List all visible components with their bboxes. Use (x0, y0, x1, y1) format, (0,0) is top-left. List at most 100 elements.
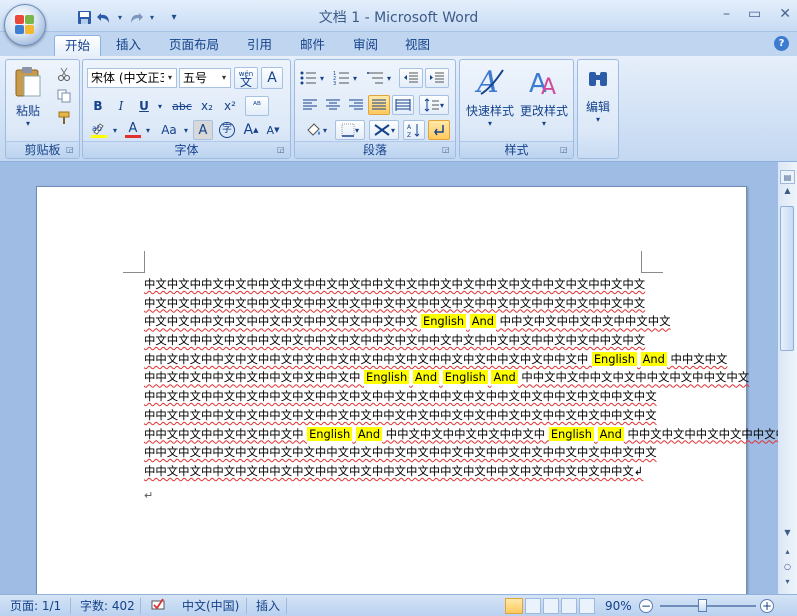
document-line[interactable]: 中文中文中中文中文中中文中文中中文中文中中文中文中中文中文中中文中文中中文中文中… (144, 294, 645, 313)
insert-mode-indicator[interactable]: 插入 (256, 598, 280, 614)
tab-page-layout[interactable]: 页面布局 (159, 35, 229, 56)
document-line[interactable]: 中中文中文中中文中文中中文中 English And 中中文中文中中文中文中中文… (144, 425, 797, 444)
font-color-icon[interactable]: A (123, 120, 143, 140)
next-page-icon[interactable]: ▾ (780, 575, 795, 589)
subscript-button[interactable]: x₂ (196, 96, 218, 116)
font-name-combo[interactable]: 宋体 (中文正3 ▾ (87, 68, 177, 88)
align-right-icon[interactable] (345, 95, 367, 115)
phonetic-guide-button[interactable]: wén 文 (234, 67, 258, 89)
document-line[interactable]: 中文中文中中文中文中中文中文中中文中文中中文中文 English And 中中文… (144, 312, 671, 331)
character-shading-button[interactable]: A (193, 120, 213, 140)
draft-view-icon[interactable] (579, 598, 595, 614)
restore-button[interactable]: ▭ (748, 6, 761, 22)
line-spacing-icon[interactable]: ▾ (419, 95, 449, 115)
font-size-dropdown-icon[interactable]: ▾ (218, 69, 230, 87)
full-screen-reading-view-icon[interactable] (525, 598, 541, 614)
justify-icon[interactable] (368, 95, 390, 115)
tab-mailings[interactable]: 邮件 (290, 35, 335, 56)
print-layout-view-icon[interactable] (505, 598, 523, 614)
document-text[interactable]: 中文中文中中文中文中中文中文中中文中文中中文中文中中文中文中中文中文中中文中文中… (144, 275, 797, 481)
tab-insert[interactable]: 插入 (106, 35, 151, 56)
tab-home[interactable]: 开始 (54, 35, 102, 56)
language-indicator[interactable]: 中文(中国) (182, 598, 239, 614)
shrink-font-button[interactable]: A ▼ (263, 120, 283, 140)
align-left-icon[interactable] (299, 95, 321, 115)
word-count[interactable]: 字数: 402 (80, 598, 135, 614)
document-line[interactable]: 中文中文中中文中文中中文中文中中文中文中中文中文中中文中文中中文中文中中文中文中… (144, 275, 645, 294)
clear-formatting-button[interactable]: A (261, 67, 283, 89)
tab-review[interactable]: 审阅 (343, 35, 388, 56)
distributed-icon[interactable] (392, 95, 414, 115)
help-icon[interactable]: ? (774, 36, 789, 51)
underline-dropdown-icon[interactable]: ▾ (155, 96, 165, 116)
underline-button[interactable]: U (134, 96, 154, 116)
paragraph-launcher-icon[interactable]: ◲ (442, 145, 452, 155)
multilevel-list-icon[interactable]: ▾ (365, 68, 393, 88)
highlight-dropdown-icon[interactable]: ▾ (110, 120, 120, 140)
show-marks-icon[interactable] (428, 120, 450, 140)
chinese-layout-icon[interactable]: ▾ (369, 120, 399, 140)
document-line[interactable]: 中中文中文中中文中文中中文中文中中文中文中中文中文中中文中文中中文中文中中文中文… (144, 462, 644, 481)
sort-icon[interactable]: AZ (403, 120, 425, 140)
web-layout-view-icon[interactable] (543, 598, 559, 614)
font-name-dropdown-icon[interactable]: ▾ (164, 69, 176, 87)
bold-button[interactable]: B (88, 96, 108, 116)
page-indicator[interactable]: 页面: 1/1 (10, 598, 61, 614)
document-line[interactable]: 中文中文中中文中文中中文中文中中文中文中中文中文中中文中文中中文中文中中文中文中… (144, 331, 645, 350)
enclose-characters-button[interactable]: 字 (217, 120, 237, 140)
document-line[interactable]: 中中文中文中中文中文中中文中文中中文中文中中文中文中中文中文中中文中文中中文中文… (144, 406, 657, 425)
office-button[interactable] (4, 4, 46, 46)
styles-launcher-icon[interactable]: ◲ (560, 145, 570, 155)
strikethrough-button[interactable]: abc (169, 96, 195, 116)
bullets-icon[interactable]: ▾ (299, 68, 325, 88)
copy-icon[interactable] (54, 86, 74, 106)
previous-page-icon[interactable]: ▴ (780, 545, 795, 559)
paste-button[interactable]: 粘贴 ▾ (11, 66, 45, 134)
scroll-thumb[interactable] (780, 206, 794, 351)
increase-indent-icon[interactable] (425, 68, 449, 88)
shading-icon[interactable]: ▾ (299, 120, 333, 140)
minimize-button[interactable]: – (723, 6, 730, 22)
zoom-in-button[interactable]: + (760, 599, 774, 613)
zoom-slider-thumb[interactable] (697, 599, 707, 612)
tab-references[interactable]: 引用 (237, 35, 282, 56)
grow-font-button[interactable]: A ▲ (241, 120, 261, 140)
cut-icon[interactable] (54, 64, 74, 84)
select-browse-object-icon[interactable]: ○ (780, 560, 795, 574)
borders-icon[interactable]: ▾ (335, 120, 365, 140)
scroll-down-icon[interactable]: ▼ (780, 526, 795, 540)
decrease-indent-icon[interactable] (399, 68, 423, 88)
font-color-dropdown-icon[interactable]: ▾ (143, 120, 153, 140)
vertical-scrollbar[interactable]: ▤ ▲ ▼ ▴ ○ ▾ (778, 162, 797, 594)
font-size-combo[interactable]: 五号 ▾ (179, 68, 231, 88)
scroll-up-icon[interactable]: ▲ (780, 184, 795, 198)
proofing-icon[interactable] (150, 598, 166, 614)
document-line[interactable]: 中中文中文中中文中文中中文中文中中文中文中中文中文中中文中文中中文中文中中文中 … (144, 350, 727, 369)
document-line[interactable]: 中中文中文中中文中文中中文中文中中文中文中中文中文中中文中文中中文中文中中文中文… (144, 443, 657, 462)
superscript-button[interactable]: x² (219, 96, 241, 116)
zoom-out-button[interactable]: − (639, 599, 653, 613)
editing-button[interactable]: 编辑 ▾ (581, 66, 615, 136)
close-button[interactable]: ✕ (779, 6, 791, 22)
change-case-button[interactable]: Aa (157, 120, 181, 140)
align-center-icon[interactable] (322, 95, 344, 115)
chinese-text: 中文中文中中文中文中中文中文中中文中文中中文中文 (144, 314, 421, 329)
format-painter-icon[interactable] (54, 108, 74, 128)
document-page[interactable]: 中文中文中中文中文中中文中文中中文中文中中文中文中中文中文中中文中文中中文中文中… (36, 186, 797, 606)
clipboard-launcher-icon[interactable]: ◲ (66, 145, 76, 155)
change-styles-button[interactable]: AA 更改样式 ▾ (518, 64, 570, 136)
document-line[interactable]: 中中文中文中中文中文中中文中文中中文中文中中文中文中中文中文中中文中文中中文中文… (144, 387, 657, 406)
tab-view[interactable]: 视图 (395, 35, 440, 56)
text-highlight-icon[interactable]: ab (88, 120, 110, 140)
italic-button[interactable]: I (111, 96, 131, 116)
font-launcher-icon[interactable]: ◲ (277, 145, 287, 155)
outline-view-icon[interactable] (561, 598, 577, 614)
zoom-slider[interactable] (660, 605, 756, 607)
quick-styles-button[interactable]: A 快速样式 ▾ (464, 64, 516, 136)
zoom-level[interactable]: 90% (605, 598, 632, 614)
numbering-icon[interactable]: 123 ▾ (331, 68, 359, 88)
character-scaling-button[interactable]: ᴬᴮ (245, 96, 269, 116)
document-line[interactable]: 中中文中文中中文中文中中文中文中中文中 English And English … (144, 368, 749, 387)
change-case-dropdown-icon[interactable]: ▾ (181, 120, 191, 140)
ruler-toggle-icon[interactable]: ▤ (780, 170, 795, 184)
